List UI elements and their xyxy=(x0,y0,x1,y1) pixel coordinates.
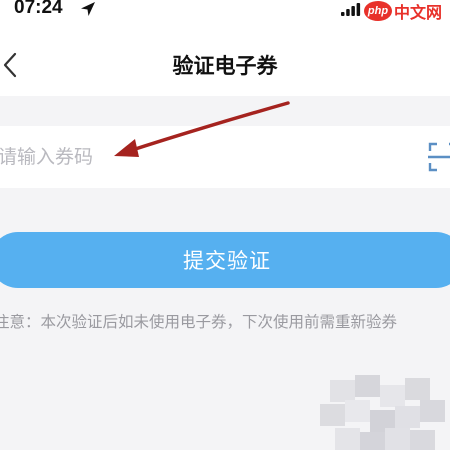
submit-verify-label: 提交验证 xyxy=(183,249,271,273)
coupon-code-input[interactable] xyxy=(0,140,378,174)
submit-verify-button[interactable]: 提交验证 xyxy=(0,232,450,288)
location-arrow-icon xyxy=(81,2,95,16)
watermark-logo-badge: php xyxy=(364,1,392,21)
signal-icon xyxy=(341,3,361,16)
status-time: 07:24 xyxy=(14,0,63,18)
code-input-row xyxy=(0,126,450,188)
nav-bar: 验证电子券 xyxy=(0,22,450,96)
status-bar: 07:24 php 中文网 xyxy=(0,0,450,22)
watermark-logo: php 中文网 xyxy=(364,0,450,22)
watermark-logo-text: 中文网 xyxy=(394,3,443,22)
scan-icon[interactable] xyxy=(428,141,450,173)
page-title: 验证电子券 xyxy=(172,54,278,78)
blurred-mosaic xyxy=(320,375,445,450)
notice-text: 注意：本次验证后如未使用电子券，下次使用前需重新验券 xyxy=(0,313,398,331)
